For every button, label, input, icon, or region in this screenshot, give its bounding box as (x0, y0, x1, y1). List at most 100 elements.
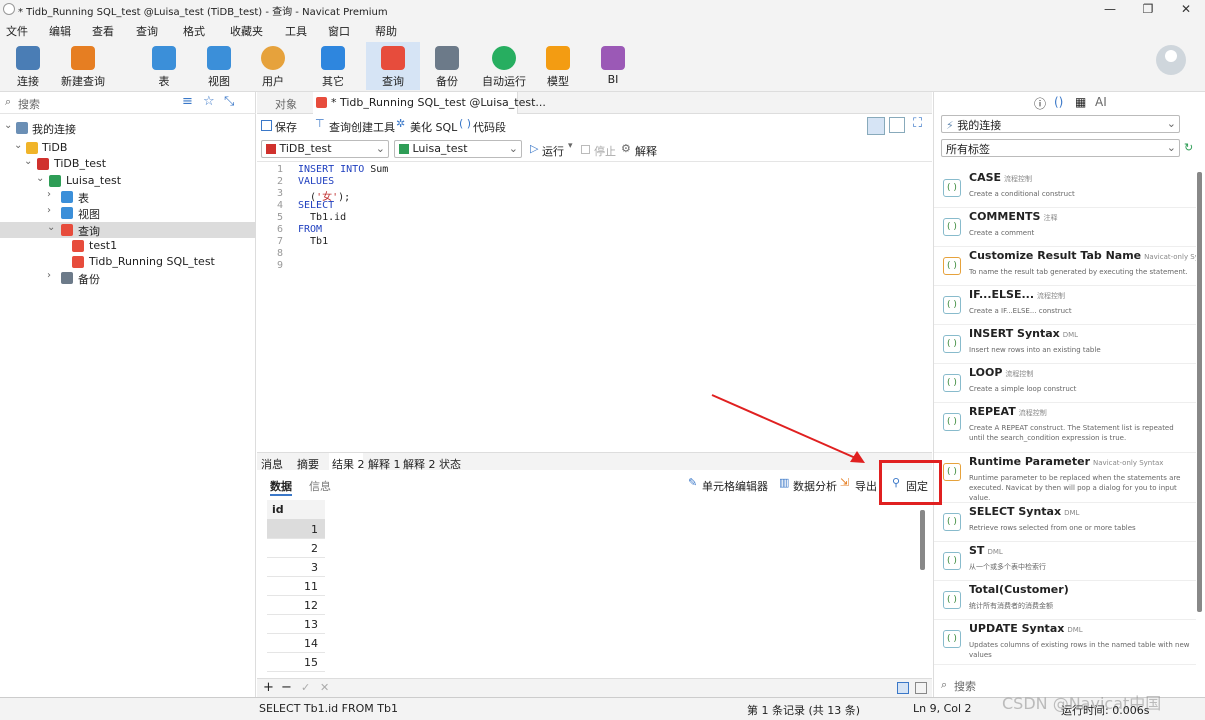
list-item[interactable]: ( ) LOOP 流程控制 Create a simple loop construc… (934, 364, 1196, 403)
star-icon[interactable]: ☆ (203, 94, 215, 109)
fullscreen-icon[interactable]: ⛶ (913, 116, 922, 131)
automation-button[interactable]: 自动运行 (476, 42, 532, 90)
table-button[interactable]: 表 (138, 42, 190, 90)
tree-query-running-sql[interactable]: Tidb_Running SQL_test (0, 254, 256, 270)
list-item[interactable]: ( ) SELECT Syntax DML Retrieve rows selecte… (934, 503, 1196, 542)
avatar[interactable] (1156, 45, 1186, 75)
table-row[interactable]: 14 (267, 634, 325, 653)
table-row[interactable]: 12 (267, 596, 325, 615)
query-builder-button[interactable]: 查询创建工具 (329, 119, 395, 135)
maximize-button[interactable]: ❐ (1138, 2, 1158, 16)
ai-icon[interactable]: AI (1095, 95, 1107, 109)
subtab-data[interactable]: 数据 (270, 478, 292, 496)
minimize-button[interactable]: — (1100, 2, 1120, 16)
tree-luisa-test[interactable]: ⌄ Luisa_test (0, 173, 256, 189)
snippet-search-input[interactable]: 搜索 (954, 678, 976, 694)
tree-queries[interactable]: ⌄ 查询 (0, 222, 256, 238)
connection-select[interactable]: TiDB_test ⌄ (261, 140, 389, 158)
cell-editor-button[interactable]: 单元格编辑器 (702, 478, 768, 494)
snippet-connection-select[interactable]: ⚡ 我的连接 ⌄ (941, 115, 1180, 133)
code-snippet-icon[interactable]: () (1054, 95, 1063, 109)
grid-scrollbar[interactable] (920, 510, 925, 570)
layout-side-icon[interactable] (889, 117, 905, 133)
model-button[interactable]: 模型 (532, 42, 584, 90)
form-view-icon[interactable] (915, 682, 927, 694)
list-item[interactable]: ( ) UPDATE Syntax DML Updates columns of ex… (934, 620, 1196, 665)
stop-button[interactable]: 停止 (594, 143, 616, 159)
table-row[interactable]: 15 (267, 653, 325, 672)
nav-search-input[interactable]: 搜索 (18, 96, 40, 112)
snippet-pane: ⓘ () ▦ AI ⚡ 我的连接 ⌄ 所有标签 ⌄ ↻ ( ) CASE 流程控制 C… (933, 92, 1205, 697)
export-button[interactable]: 导出 (855, 478, 877, 494)
user-button[interactable]: 用户 (247, 42, 299, 90)
grid-view-icon[interactable] (897, 682, 909, 694)
menu-window[interactable]: 窗口 (328, 23, 350, 39)
collapse-icon[interactable]: ⤡ (224, 94, 234, 109)
menu-query-label[interactable]: 查询 (136, 23, 158, 39)
table-row[interactable]: 13 (267, 615, 325, 634)
list-item[interactable]: ( ) REPEAT 流程控制 Create A REPEAT construct. … (934, 403, 1196, 453)
other-button[interactable]: 其它 (307, 42, 359, 90)
save-button[interactable]: 保存 (275, 119, 297, 135)
chevron-down-icon[interactable]: ▾ (568, 141, 573, 151)
title-bar: * Tidb_Running SQL_test @Luisa_test (TiD… (0, 0, 1205, 20)
menu-view[interactable]: 查看 (92, 23, 114, 39)
list-item[interactable]: ( ) COMMENTS 注释 Create a comment (934, 208, 1196, 247)
snippet-scrollbar[interactable] (1197, 172, 1202, 612)
refresh-icon[interactable]: ↻ (1184, 141, 1193, 154)
menu-edit[interactable]: 编辑 (49, 23, 71, 39)
table-row[interactable]: 2 (267, 539, 325, 558)
list-item[interactable]: ( ) IF...ELSE... 流程控制 Create a IF...ELSE...… (934, 286, 1196, 325)
list-item[interactable]: ( ) Runtime Parameter Navicat-only Syntax R… (934, 453, 1196, 503)
list-item[interactable]: ( ) Total(Customer) 统计所有消费者的消费金额 (934, 581, 1196, 620)
menu-help[interactable]: 帮助 (375, 23, 397, 39)
list-item[interactable]: ( ) INSERT Syntax DML Insert new rows into … (934, 325, 1196, 364)
menu-file[interactable]: 文件 (6, 23, 28, 39)
table-row[interactable]: 11 (267, 577, 325, 596)
beautify-sql-button[interactable]: 美化 SQL (410, 119, 457, 135)
list-item[interactable]: ( ) Customize Result Tab Name Navicat-only… (934, 247, 1196, 286)
discard-icon[interactable]: ✕ (320, 681, 329, 694)
tab-query[interactable]: * Tidb_Running SQL_test @Luisa_test... (313, 92, 546, 114)
run-button[interactable]: 运行 (542, 143, 564, 159)
connect-button[interactable]: 连接 (2, 42, 54, 90)
filter-icon[interactable]: ≡ (182, 94, 193, 109)
line-number: 7 (276, 236, 283, 247)
tab-objects[interactable]: 对象 (275, 96, 297, 112)
menu-tools[interactable]: 工具 (285, 23, 307, 39)
close-button[interactable]: ✕ (1176, 2, 1196, 16)
folder-icon (26, 142, 38, 154)
code-snippet-button[interactable]: 代码段 (473, 119, 506, 135)
backup-button[interactable]: 备份 (421, 42, 473, 90)
query-button[interactable]: 查询 (366, 42, 420, 90)
tag-filter-select[interactable]: 所有标签 ⌄ (941, 139, 1180, 157)
layout-split-icon[interactable] (867, 117, 885, 135)
add-row-icon[interactable]: + (263, 680, 274, 695)
table-row[interactable]: 1 (267, 520, 325, 539)
bi-button[interactable]: BI (587, 42, 639, 90)
tree-query-test1[interactable]: test1 (0, 238, 256, 254)
subtab-info[interactable]: 信息 (309, 478, 331, 494)
tree-tables[interactable]: › 表 (0, 189, 256, 205)
data-analysis-button[interactable]: 数据分析 (793, 478, 837, 494)
apply-icon[interactable]: ✓ (301, 681, 310, 694)
tree-views[interactable]: › 视图 (0, 205, 256, 221)
view-button[interactable]: 视图 (193, 42, 245, 90)
menu-format[interactable]: 格式 (183, 23, 205, 39)
list-item[interactable]: ( ) ST DML 从一个或多个表中检索行 (934, 542, 1196, 581)
column-header-id[interactable]: id (267, 500, 325, 520)
tree-tidb-test[interactable]: ⌄ TiDB_test (0, 156, 256, 172)
list-item[interactable]: ( ) CASE 流程控制 Create a conditional construc… (934, 169, 1196, 208)
new-query-button[interactable]: 新建查询 (56, 42, 110, 90)
info-icon[interactable]: ⓘ (1034, 95, 1046, 112)
tree-tidb[interactable]: ⌄ TiDB (0, 140, 256, 156)
tree-backups[interactable]: › 备份 (0, 270, 256, 286)
bi-chart-icon (601, 46, 625, 70)
tree-my-connections[interactable]: ⌄ 我的连接 (0, 120, 256, 136)
database-select[interactable]: Luisa_test ⌄ (394, 140, 522, 158)
explain-button[interactable]: 解释 (635, 143, 657, 159)
grid-icon[interactable]: ▦ (1075, 95, 1086, 109)
menu-favorites[interactable]: 收藏夹 (230, 23, 263, 39)
table-row[interactable]: 3 (267, 558, 325, 577)
delete-row-icon[interactable]: − (281, 680, 292, 695)
